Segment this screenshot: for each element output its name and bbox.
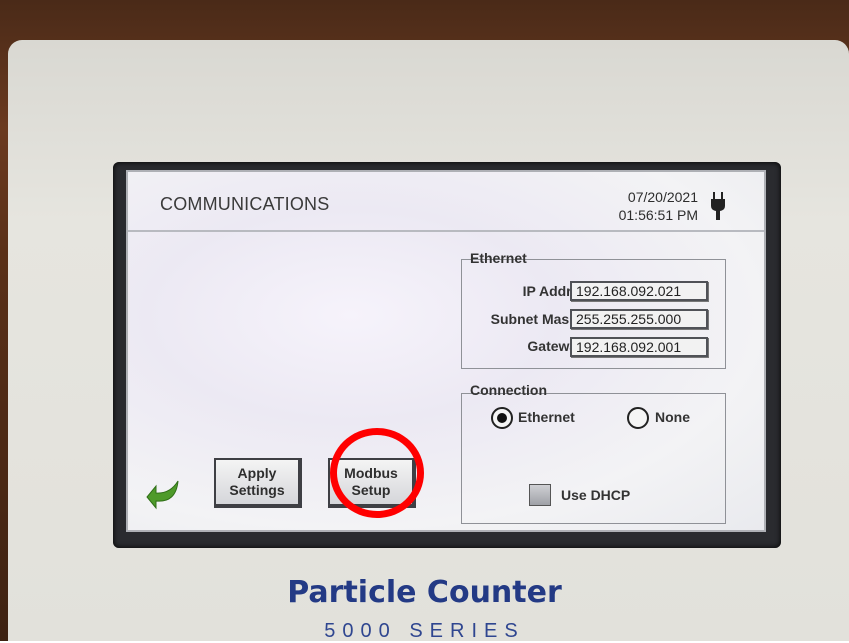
highlight-circle bbox=[330, 428, 424, 518]
radio-ethernet-label[interactable]: Ethernet bbox=[518, 409, 575, 425]
subnet-mask-label: Subnet Mask bbox=[490, 311, 577, 327]
connection-group: Connection Ethernet None Use DHCP bbox=[461, 382, 726, 524]
apply-button-line1: Apply bbox=[237, 465, 277, 481]
radio-none-label[interactable]: None bbox=[655, 409, 690, 425]
radio-selected-dot bbox=[497, 413, 507, 423]
touch-screen: COMMUNICATIONS 07/20/2021 01:56:51 PM Et… bbox=[126, 170, 766, 532]
use-dhcp-label[interactable]: Use DHCP bbox=[561, 487, 630, 503]
gateway-field[interactable]: 192.168.092.001 bbox=[570, 337, 708, 357]
subnet-mask-field[interactable]: 255.255.255.000 bbox=[570, 309, 708, 329]
ethernet-legend: Ethernet bbox=[470, 250, 527, 266]
use-dhcp-checkbox[interactable] bbox=[529, 484, 551, 506]
ip-address-field[interactable]: 192.168.092.021 bbox=[570, 281, 708, 301]
connection-legend: Connection bbox=[470, 382, 547, 398]
ethernet-group: Ethernet IP Address 192.168.092.021 Subn… bbox=[461, 250, 726, 369]
date-display: 07/20/2021 bbox=[627, 189, 698, 205]
gateway-label: Gateway bbox=[527, 338, 585, 354]
device-series: 5000 SERIES bbox=[324, 620, 525, 642]
apply-button-line2: Settings bbox=[229, 482, 285, 498]
title-bar: COMMUNICATIONS 07/20/2021 01:56:51 PM bbox=[128, 172, 764, 232]
plug-icon bbox=[711, 192, 725, 220]
apply-settings-button[interactable]: Apply Settings bbox=[214, 458, 302, 508]
radio-none[interactable] bbox=[627, 407, 649, 429]
radio-ethernet[interactable] bbox=[491, 407, 513, 429]
page-title: COMMUNICATIONS bbox=[160, 194, 330, 214]
device-brand-name: Particle Counter bbox=[287, 575, 562, 610]
back-arrow-icon[interactable] bbox=[146, 477, 180, 511]
time-display: 01:56:51 PM bbox=[618, 207, 698, 223]
